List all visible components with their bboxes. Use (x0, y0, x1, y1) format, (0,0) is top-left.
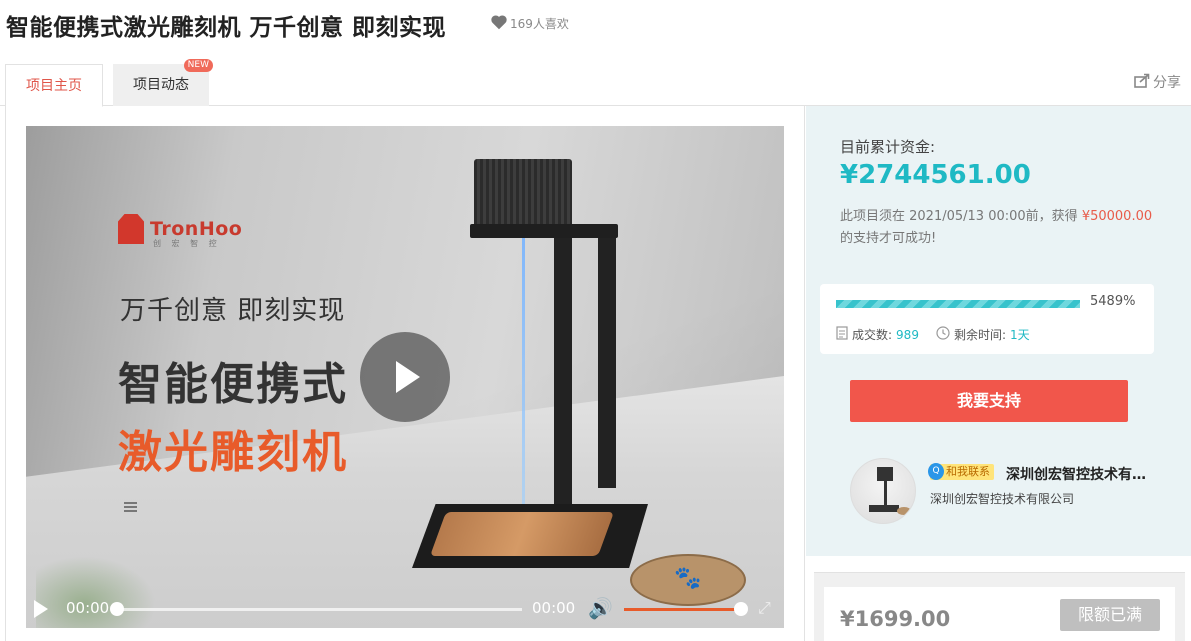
menu-icon[interactable] (124, 502, 137, 512)
reward-tier-card: ¥1699.00 限额已满 (824, 587, 1175, 641)
sponsor-avatar[interactable] (850, 458, 916, 524)
remaining-value: 1天 (1010, 328, 1030, 342)
deadline-text: 此项目须在 2021/05/13 00:00前，获得 ¥50000.00 的支持… (840, 206, 1170, 250)
seek-bar[interactable] (116, 608, 522, 611)
remaining-stat: 剩余时间: 1天 (936, 326, 1030, 343)
volume-handle[interactable] (734, 602, 748, 616)
sponsor-full-name: 深圳创宏智控技术有限公司 (930, 492, 1075, 506)
video-player[interactable]: TronHoo 创 宏 智 控 万千创意 即刻实现 智能便携式 激光雕刻机 🐾 … (26, 126, 784, 628)
avatar-image-part (877, 467, 893, 481)
page-title: 智能便携式激光雕刻机 万千创意 即刻实现 (6, 15, 447, 41)
clock-icon (936, 326, 950, 343)
raised-label: 目前累计资金: (840, 138, 936, 156)
volume-bar[interactable] (624, 608, 742, 611)
deals-label: 成交数: (852, 328, 893, 342)
progress-fill (836, 300, 1080, 308)
seek-handle[interactable] (110, 602, 124, 616)
stand-pole (554, 238, 572, 508)
volume-icon[interactable]: 🔊 (588, 596, 613, 620)
progress-bar (836, 300, 1080, 308)
engraved-phone (429, 512, 615, 556)
qq-icon: Q (928, 463, 944, 480)
fullscreen-icon[interactable]: ⤢ (758, 598, 771, 618)
share-icon (1134, 73, 1150, 92)
avatar-image-part (869, 505, 899, 512)
video-headline-1: 智能便携式 (118, 359, 348, 410)
laser-beam (522, 238, 525, 523)
progress-card: 5489% 成交数: 989 剩余时间: 1天 (820, 284, 1154, 354)
video-slogan: 万千创意 即刻实现 (120, 296, 346, 326)
deals-value: 989 (896, 327, 919, 342)
goal-amount: ¥50000.00 (1081, 209, 1153, 224)
tab-label: 项目主页 (26, 78, 82, 94)
tier-price: ¥1699.00 (840, 607, 951, 631)
video-headline-2: 激光雕刻机 (118, 427, 348, 478)
tier-sold-out-button: 限额已满 (1060, 599, 1160, 631)
brand-subtitle: 创 宏 智 控 (153, 239, 221, 248)
tab-project-home[interactable]: 项目主页 (5, 64, 103, 107)
brand-name: TronHoo (150, 218, 243, 240)
video-controls: 00:00 00:00 🔊 ⤢ (26, 588, 784, 628)
duration: 00:00 (532, 599, 576, 617)
share-label: 分享 (1153, 75, 1181, 91)
avatar-image-part (897, 507, 911, 515)
deals-stat: 成交数: 989 (836, 326, 919, 343)
support-button[interactable]: 我要支持 (850, 380, 1128, 422)
reward-tier: ¥1699.00 限额已满 (814, 572, 1185, 641)
video-play-button[interactable] (360, 332, 450, 422)
stand-pole (598, 238, 616, 488)
document-icon (836, 326, 848, 343)
brand-logo-mark (118, 214, 144, 244)
raised-amount: ¥2744561.00 (840, 160, 1031, 190)
tab-project-updates[interactable]: 项目动态 NEW (113, 59, 213, 106)
tab-label: 项目动态 (133, 77, 189, 93)
tabs-bar: 项目主页 项目动态 NEW 分享 (0, 59, 1191, 107)
contact-label: 和我联系 (946, 465, 990, 478)
sponsor-name[interactable]: 深圳创宏智控技术有限公司 (1006, 464, 1146, 484)
remaining-label: 剩余时间: (954, 328, 1007, 342)
contact-me-button[interactable]: Q 和我联系 (928, 463, 994, 480)
deadline-prefix: 此项目须在 2021/05/13 00:00前，获得 (840, 209, 1078, 224)
current-time: 00:00 (66, 599, 110, 617)
play-icon[interactable] (34, 600, 48, 618)
likes[interactable]: 169人喜欢 (490, 14, 569, 33)
funding-sidebar: 目前累计资金: ¥2744561.00 此项目须在 2021/05/13 00:… (806, 106, 1191, 556)
brand-logo: TronHoo 创 宏 智 控 (118, 214, 243, 248)
heart-icon[interactable] (490, 14, 508, 33)
deadline-suffix: 的支持才可成功! (840, 231, 937, 246)
share-button[interactable]: 分享 (1134, 72, 1181, 92)
laser-arm (470, 224, 618, 238)
progress-percent: 5489% (1090, 294, 1136, 309)
new-badge: NEW (183, 59, 213, 72)
likes-count: 169人喜欢 (510, 17, 569, 31)
